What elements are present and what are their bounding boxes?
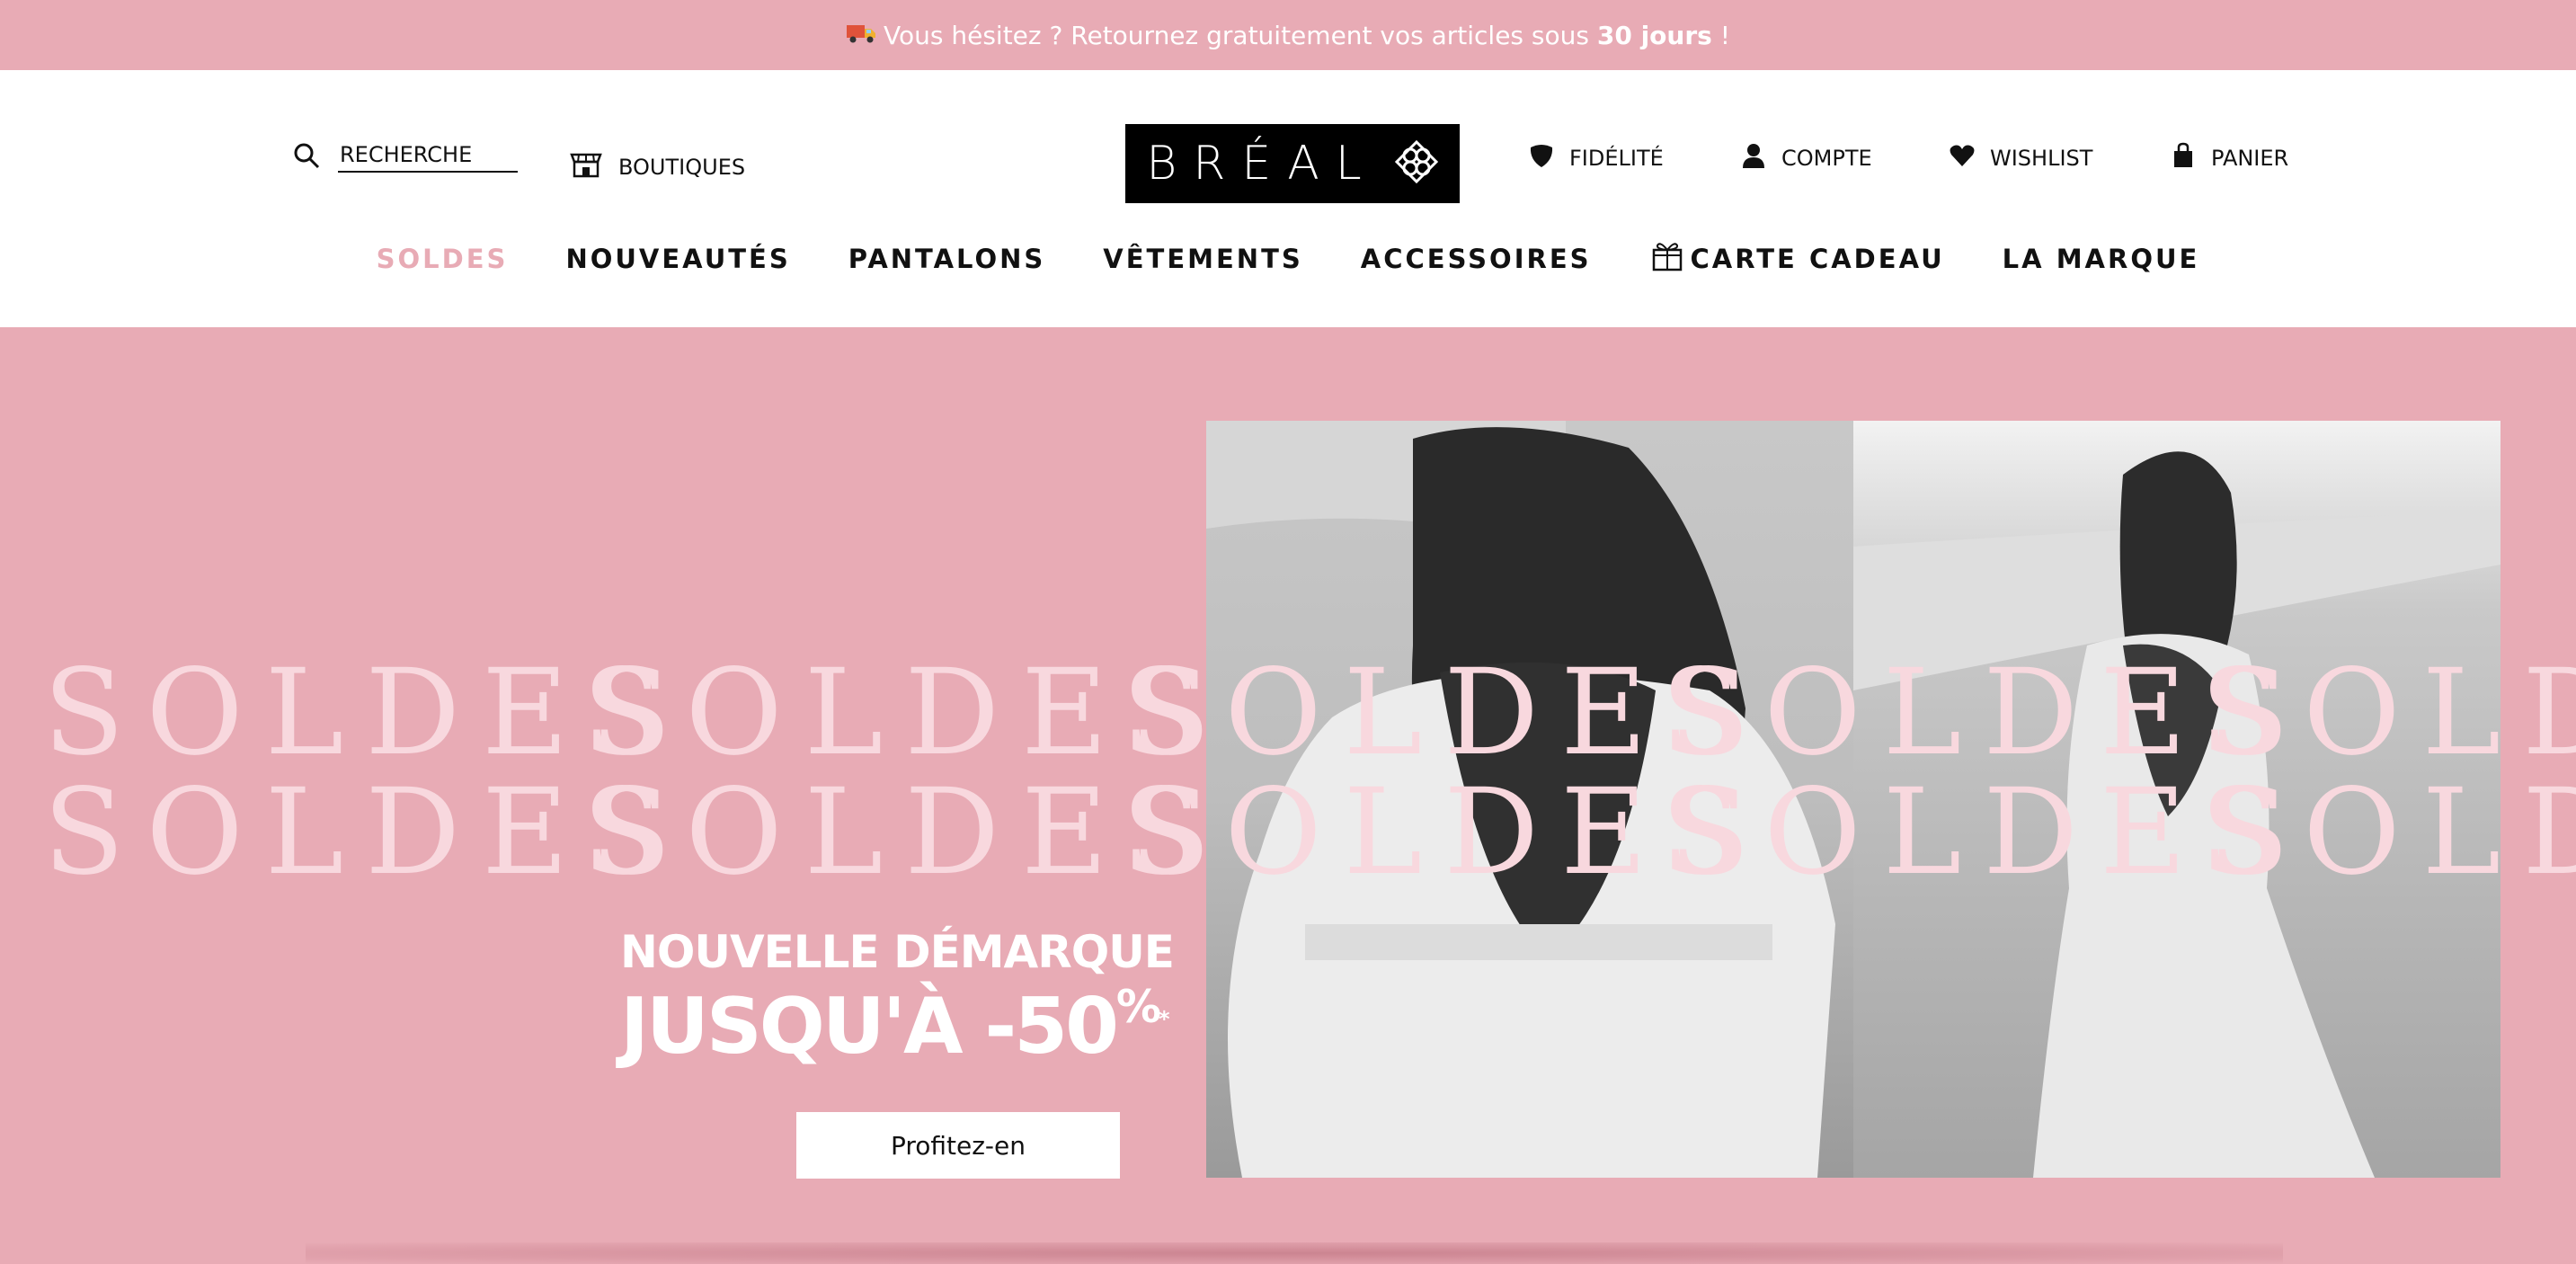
soldes-word: SOLDES (2200, 644, 2576, 782)
nav-item-accessoires[interactable]: ACCESSOIRES (1361, 244, 1592, 274)
soldes-text-row-1: SOLDES SOLDES SOLDES SOLDES SOLDES (0, 644, 2576, 782)
nav-item-pantalons[interactable]: PANTALONS (848, 244, 1046, 274)
heart-icon (1949, 142, 1990, 174)
announcement-text: Vous hésitez ? Retournez gratuitement vo… (884, 20, 1730, 50)
shopping-bag-icon (2170, 142, 2211, 174)
compte-label: COMPTE (1781, 146, 1872, 171)
store-icon (570, 151, 618, 183)
nav-item-soldes[interactable]: SOLDES (377, 244, 509, 274)
percent-sign: % (1115, 981, 1161, 1034)
asterisk: * (1159, 1006, 1169, 1032)
section-shadow (306, 1242, 2283, 1264)
search-box[interactable] (293, 142, 518, 173)
wishlist-label: WISHLIST (1990, 146, 2093, 171)
compte-link[interactable]: COMPTE (1740, 142, 1872, 174)
promo-discount-text: JUSQU'À -50 (620, 982, 1119, 1072)
boutiques-label: BOUTIQUES (618, 155, 746, 180)
wishlist-link[interactable]: WISHLIST (1949, 142, 2092, 174)
site-header: BOUTIQUES BRÉAL FIDÉLITÉ COMPTE WISHLIST… (0, 70, 2576, 327)
soldes-text-row-2: SOLDES SOLDES SOLDES SOLDES SOLDES (0, 763, 2576, 902)
profitez-en-button[interactable]: Profitez-en (796, 1112, 1120, 1179)
gift-icon (1649, 237, 1691, 280)
nav-item-carte-cadeau[interactable]: CARTE CADEAU (1649, 237, 1945, 280)
hero-banner: SOLDES SOLDES SOLDES SOLDES SOLDES SOLDE… (0, 327, 2576, 1264)
loyalty-shield-icon (1528, 142, 1569, 174)
fidelite-link[interactable]: FIDÉLITÉ (1528, 142, 1664, 174)
soldes-word: SOLDES (2200, 763, 2576, 902)
promo-discount: JUSQU'À -50%* (620, 981, 1169, 1072)
search-input[interactable] (338, 142, 518, 173)
panier-label: PANIER (2211, 146, 2289, 171)
panier-link[interactable]: PANIER (2170, 142, 2288, 174)
boutiques-link[interactable]: BOUTIQUES (570, 151, 745, 183)
search-icon[interactable] (293, 142, 338, 173)
announcement-bar: Vous hésitez ? Retournez gratuitement vo… (0, 0, 2576, 70)
logo-knot-icon (1378, 139, 1439, 188)
promo-headline: NOUVELLE DÉMARQUE (620, 926, 1175, 978)
nav-item-vetements[interactable]: VÊTEMENTS (1103, 244, 1302, 274)
account-icon (1740, 142, 1781, 174)
truck-icon (846, 21, 876, 50)
logo-text: BRÉAL (1146, 137, 1378, 191)
carte-cadeau-label: CARTE CADEAU (1690, 243, 1945, 274)
nav-item-nouveautes[interactable]: NOUVEAUTÉS (565, 244, 790, 274)
main-nav: SOLDES NOUVEAUTÉS PANTALONS VÊTEMENTS AC… (0, 237, 2576, 280)
brand-logo[interactable]: BRÉAL (1125, 124, 1460, 203)
fidelite-label: FIDÉLITÉ (1569, 146, 1664, 171)
nav-item-la-marque[interactable]: LA MARQUE (2003, 244, 2200, 274)
